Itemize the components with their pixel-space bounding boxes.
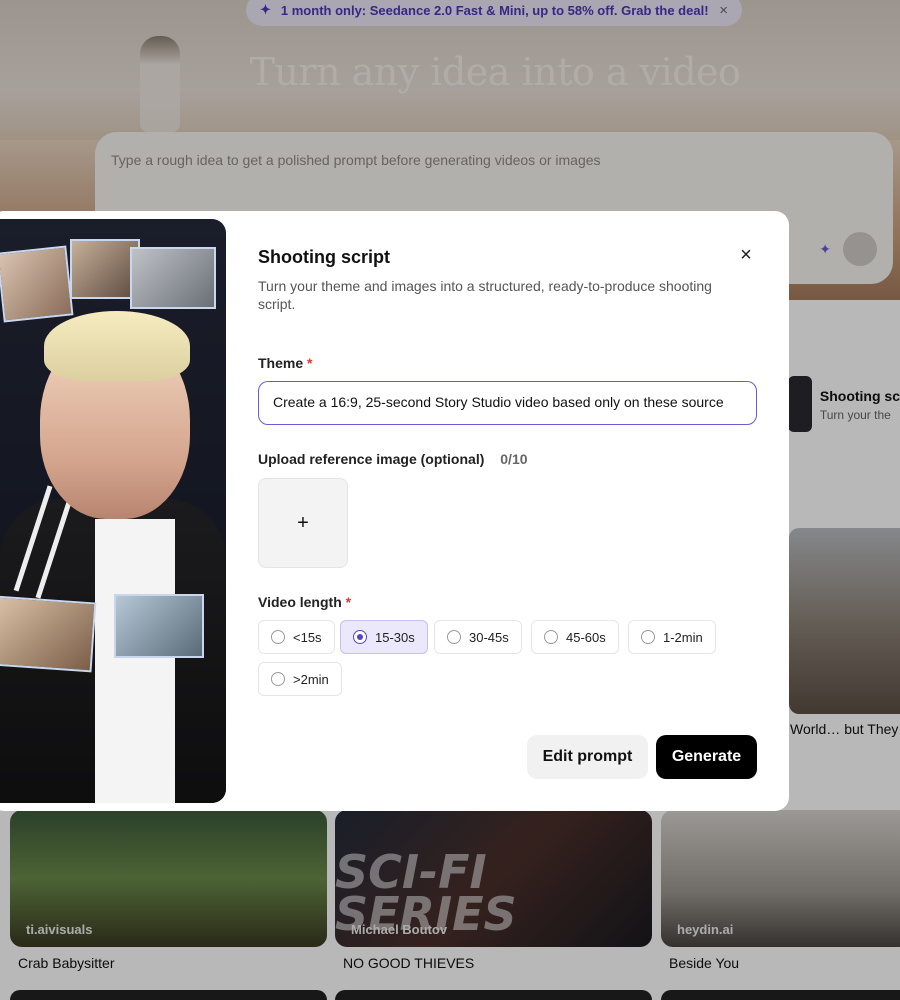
length-option-label: >2min xyxy=(293,671,329,687)
figure-shirt xyxy=(95,519,175,803)
upload-image-button[interactable]: + xyxy=(258,478,348,568)
length-option-15-30s[interactable]: 15-30s xyxy=(340,620,428,654)
theme-label-text: Theme xyxy=(258,355,304,371)
modal-preview-image xyxy=(0,219,226,803)
edit-prompt-button[interactable]: Edit prompt xyxy=(527,735,648,779)
length-option-label: 15-30s xyxy=(375,629,415,645)
length-option-30-45s[interactable]: 30-45s xyxy=(434,620,522,654)
dialog-subtitle: Turn your theme and images into a struct… xyxy=(258,278,712,312)
collage-photo xyxy=(0,595,97,673)
length-option-label: 30-45s xyxy=(469,629,509,645)
collage-photo xyxy=(0,245,74,323)
radio-selected-icon xyxy=(353,630,367,644)
collage-photo xyxy=(114,594,204,658)
required-mark: * xyxy=(307,355,313,371)
radio-icon xyxy=(271,630,285,644)
theme-label: Theme * xyxy=(258,355,312,371)
upload-count: 0/10 xyxy=(500,451,528,467)
upload-label: Upload reference image (optional) 0/10 xyxy=(258,451,528,467)
collage-photo xyxy=(130,247,216,309)
radio-icon xyxy=(447,630,461,644)
plus-icon: + xyxy=(297,511,309,534)
generate-button[interactable]: Generate xyxy=(656,735,757,779)
required-mark: * xyxy=(345,594,352,610)
length-option-label: <15s xyxy=(293,629,322,645)
dialog-title: Shooting script xyxy=(258,247,390,267)
video-length-label-text: Video length xyxy=(258,594,342,610)
shooting-script-dialog: Shooting script × Turn your theme and im… xyxy=(0,211,789,811)
length-option-label: 1-2min xyxy=(663,629,703,645)
length-option-45-60s[interactable]: 45-60s xyxy=(531,620,619,654)
radio-icon xyxy=(544,630,558,644)
length-option-under-15s[interactable]: <15s xyxy=(258,620,335,654)
length-option-label: 45-60s xyxy=(566,629,606,645)
radio-icon xyxy=(641,630,655,644)
theme-input[interactable]: Create a 16:9, 25-second Story Studio vi… xyxy=(258,381,757,425)
length-option-over-2min[interactable]: >2min xyxy=(258,662,342,696)
dialog-body: Shooting script × Turn your theme and im… xyxy=(258,211,789,811)
video-length-label: Video length * xyxy=(258,594,351,610)
close-icon[interactable]: × xyxy=(735,245,757,267)
radio-icon xyxy=(271,672,285,686)
length-option-1-2min[interactable]: 1-2min xyxy=(628,620,716,654)
upload-label-text: Upload reference image (optional) xyxy=(258,451,485,467)
figure-hair xyxy=(44,311,190,381)
